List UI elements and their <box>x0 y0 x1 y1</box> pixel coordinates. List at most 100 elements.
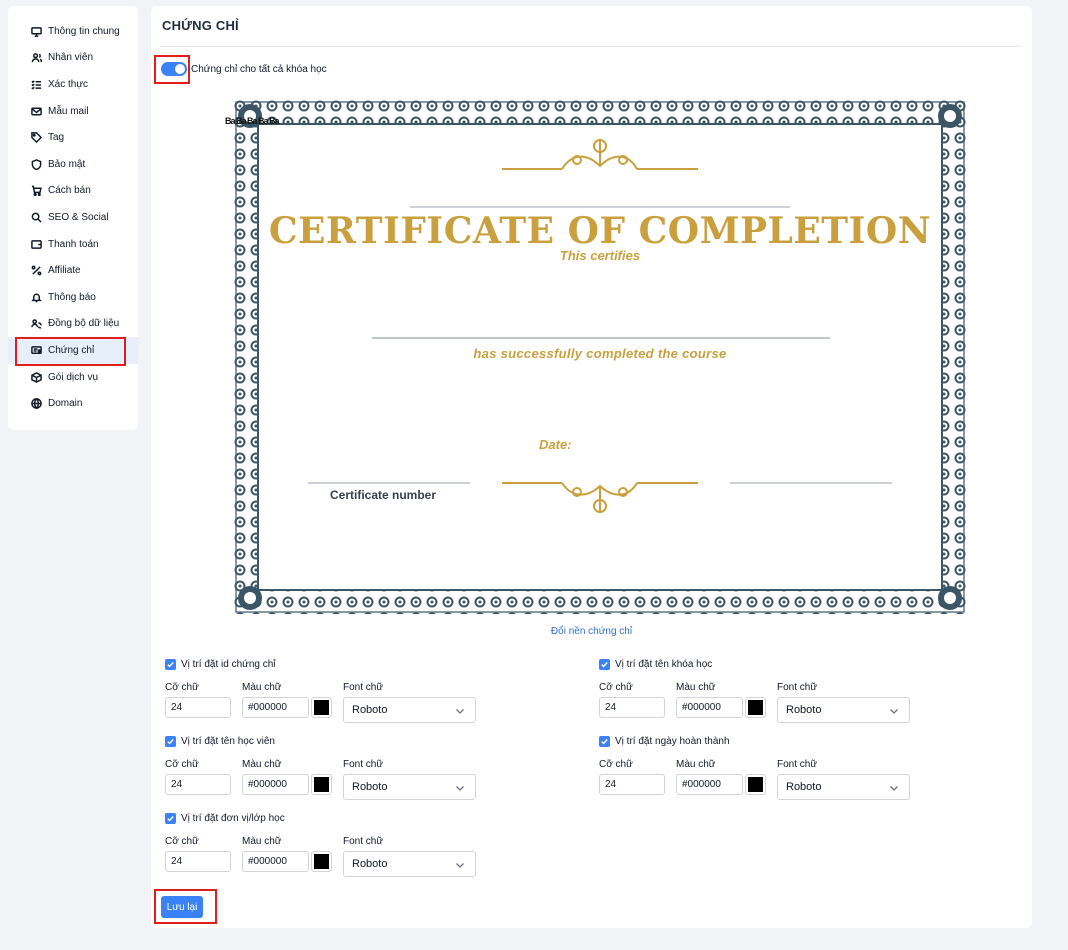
title-divider <box>160 46 1021 47</box>
color-swatch[interactable] <box>745 774 766 795</box>
font-size-input[interactable]: 24 <box>165 851 231 872</box>
certificate-preview: Ba Ba Ba Ba Ba CERTIFICATE OF COMPLETION… <box>225 98 968 616</box>
certificate-subtitle: This certifies <box>559 248 641 263</box>
font-size-label: Cỡ chữ <box>165 682 199 693</box>
text-color-input[interactable]: #000000 <box>676 774 743 795</box>
wallet-icon <box>30 238 42 250</box>
text-color-input[interactable]: #000000 <box>242 774 309 795</box>
text-position-setting: Vị trí đặt id chứng chỉ Cỡ chữ 24 Màu chữ #0… <box>151 659 476 729</box>
font-size-input[interactable]: 24 <box>599 697 665 718</box>
font-family-value: Roboto <box>352 858 388 870</box>
certificate-number-label: Certificate number <box>330 488 437 502</box>
sidebar-item[interactable]: Tag <box>8 124 138 151</box>
text-color-label: Màu chữ <box>242 682 282 693</box>
font-size-input[interactable]: 24 <box>165 774 231 795</box>
font-family-label: Font chữ <box>777 682 818 693</box>
text-color-input[interactable]: #000000 <box>242 851 309 872</box>
active-item-highlight <box>15 337 126 366</box>
certificate-all-courses-toggle[interactable] <box>161 62 187 76</box>
sidebar-item-label: Nhân viên <box>48 52 94 64</box>
font-family-label: Font chữ <box>343 682 384 693</box>
toggle-label: Chứng chỉ cho tất cả khóa học <box>191 64 327 75</box>
font-family-label: Font chữ <box>343 836 384 847</box>
save-button[interactable]: Lưu lại <box>161 896 203 918</box>
globe-icon <box>30 398 42 410</box>
color-swatch[interactable] <box>745 697 766 718</box>
chevron-down-icon <box>456 863 464 868</box>
color-swatch[interactable] <box>311 774 332 795</box>
text-color-label: Màu chữ <box>676 759 716 770</box>
main-panel: CHỨNG CHỈ Chứng chỉ cho tất cả khóa học <box>151 6 1032 928</box>
sidebar-item-label: Thông báo <box>48 291 96 303</box>
checkbox-checked-icon <box>599 736 610 747</box>
monitor-icon <box>30 25 42 37</box>
sidebar-item-label: Xác thực <box>48 78 89 90</box>
text-position-setting: Vị trí đặt ngày hoàn thành Cỡ chữ 24 Màu ch… <box>585 736 910 806</box>
font-size-input[interactable]: 24 <box>165 697 231 718</box>
toggle-knob <box>175 64 185 74</box>
sidebar-item[interactable]: Mẫu mail <box>8 98 138 125</box>
font-family-value: Roboto <box>786 781 822 793</box>
sidebar-item[interactable]: Gói dịch vụ <box>8 364 138 391</box>
sidebar-item[interactable]: Xác thực <box>8 71 138 98</box>
sidebar-item[interactable]: Affiliate <box>8 257 138 284</box>
bell-icon <box>30 291 42 303</box>
sidebar-item-label: Thanh toán <box>48 238 99 250</box>
change-background-link[interactable]: Đổi nền chứng chỉ <box>151 626 1032 637</box>
sidebar-item-label: Affiliate <box>48 265 81 277</box>
font-family-select[interactable]: Roboto <box>343 697 476 723</box>
position-checkbox[interactable]: Vị trí đặt tên khóa học <box>599 659 712 670</box>
position-checkbox-label: Vị trí đặt ngày hoàn thành <box>615 736 730 747</box>
text-color-label: Màu chữ <box>676 682 716 693</box>
chevron-down-icon <box>456 786 464 791</box>
font-family-select[interactable]: Roboto <box>343 774 476 800</box>
font-family-select[interactable]: Roboto <box>343 851 476 877</box>
sidebar-item[interactable]: Cách bán <box>8 178 138 205</box>
font-family-label: Font chữ <box>343 759 384 770</box>
sidebar-item-label: Thông tin chung <box>48 25 120 37</box>
checkbox-checked-icon <box>599 659 610 670</box>
chevron-down-icon <box>456 709 464 714</box>
sidebar-item[interactable]: Thông báo <box>8 284 138 311</box>
sidebar-item[interactable]: Đồng bộ dữ liệu <box>8 311 138 338</box>
sidebar-item-label: Cách bán <box>48 185 91 197</box>
text-position-setting: Vị trí đặt tên khóa học Cỡ chữ 24 Màu chữ #0… <box>585 659 910 729</box>
sidebar-item[interactable]: Bảo mật <box>8 151 138 178</box>
text-position-setting: Vị trí đặt tên học viên Cỡ chữ 24 Màu chữ #0… <box>151 736 476 806</box>
position-checkbox[interactable]: Vị trí đặt tên học viên <box>165 736 275 747</box>
font-family-select[interactable]: Roboto <box>777 697 910 723</box>
sidebar-item-label: Gói dịch vụ <box>48 371 99 383</box>
position-checkbox-label: Vị trí đặt tên khóa học <box>615 659 713 670</box>
sidebar-item[interactable]: Nhân viên <box>8 45 138 72</box>
sidebar-item-label: Đồng bộ dữ liệu <box>48 318 120 330</box>
font-family-value: Roboto <box>352 781 388 793</box>
text-color-input[interactable]: #000000 <box>676 697 743 718</box>
font-family-select[interactable]: Roboto <box>777 774 910 800</box>
text-color-input[interactable]: #000000 <box>242 697 309 718</box>
text-color-label: Màu chữ <box>242 759 282 770</box>
sidebar-item-label: Domain <box>48 398 83 410</box>
certificate-title: CERTIFICATE OF COMPLETION <box>268 210 932 252</box>
tag-icon <box>30 132 42 144</box>
sidebar-item[interactable]: SEO & Social <box>8 204 138 231</box>
position-checkbox-label: Vị trí đặt đơn vị/lớp học <box>181 813 285 824</box>
sync-users-icon <box>30 318 42 330</box>
sidebar-item[interactable]: Thanh toán <box>8 231 138 258</box>
position-checkbox[interactable]: Vị trí đặt đơn vị/lớp học <box>165 813 285 824</box>
sidebar-item[interactable]: Domain <box>8 390 138 417</box>
sidebar-item[interactable]: Thông tin chung <box>8 18 138 45</box>
settings-sidebar: Thông tin chung Nhân viên Xác thực Mẫu mail… <box>8 6 138 430</box>
color-swatch[interactable] <box>311 851 332 872</box>
package-icon <box>30 371 42 383</box>
page-title: CHỨNG CHỈ <box>162 18 239 33</box>
position-checkbox[interactable]: Vị trí đặt ngày hoàn thành <box>599 736 730 747</box>
position-checkbox-label: Vị trí đặt id chứng chỉ <box>181 659 276 670</box>
users-icon <box>30 52 42 64</box>
search-icon <box>30 211 42 223</box>
font-size-input[interactable]: 24 <box>599 774 665 795</box>
position-checkbox[interactable]: Vị trí đặt id chứng chỉ <box>165 659 276 670</box>
font-family-label: Font chữ <box>777 759 818 770</box>
sidebar-item-label: SEO & Social <box>48 211 109 223</box>
color-swatch[interactable] <box>311 697 332 718</box>
text-color-label: Màu chữ <box>242 836 282 847</box>
